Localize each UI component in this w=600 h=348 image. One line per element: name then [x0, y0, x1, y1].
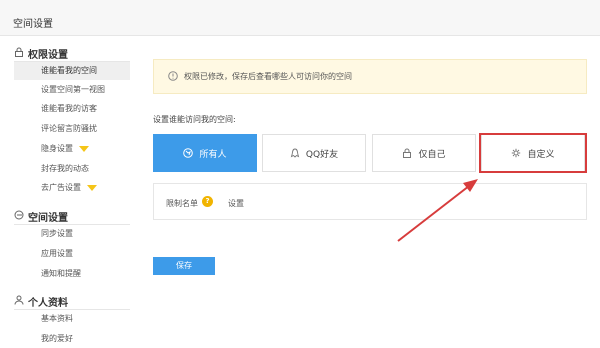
gear-icon	[512, 148, 521, 158]
sidebar-item-who-can-view[interactable]: 谁能看我的空间	[14, 62, 130, 80]
option-qq-friends[interactable]: QQ好友	[262, 134, 366, 172]
notice-text: 权限已修改，保存后查看哪些人可访问你的空间	[184, 72, 352, 81]
vip-diamond-icon	[87, 184, 97, 191]
option-everyone[interactable]: 所有人	[153, 134, 257, 172]
sidebar-section-permission[interactable]: 权限设置	[15, 46, 68, 61]
space-icon	[14, 210, 24, 220]
sidebar-item-visitors[interactable]: 谁能看我的访客	[14, 100, 130, 118]
sidebar-item-archive[interactable]: 封存我的动态	[14, 160, 130, 178]
sidebar-section-title: 空间设置	[28, 213, 68, 224]
page-header: 空间设置	[0, 0, 600, 36]
sidebar-item-first-view[interactable]: 设置空间第一视图	[14, 81, 130, 99]
sidebar-item-anti-harass[interactable]: 评论留言防骚扰	[14, 120, 130, 138]
sidebar: 权限设置 谁能看我的空间 设置空间第一视图 谁能看我的访客 评论留言防骚扰 隐身…	[0, 36, 136, 348]
sidebar-item-apps[interactable]: 应用设置	[14, 245, 130, 263]
globe-icon	[183, 148, 194, 158]
info-icon	[168, 71, 178, 81]
option-custom[interactable]: 自定义	[481, 134, 585, 172]
sidebar-section-profile[interactable]: 个人资料	[14, 294, 68, 309]
sidebar-item-invisible[interactable]: 隐身设置	[14, 140, 130, 158]
lock-icon	[403, 148, 412, 158]
vip-diamond-icon	[79, 145, 89, 152]
sidebar-item-notifications[interactable]: 通知和提醒	[14, 265, 130, 283]
sidebar-section-title: 权限设置	[28, 50, 68, 61]
option-only-me[interactable]: 仅自己	[372, 134, 476, 172]
notice-banner: 权限已修改，保存后查看哪些人可访问你的空间	[153, 59, 587, 94]
sidebar-section-space[interactable]: 空间设置	[14, 209, 68, 224]
option-label: 仅自己	[418, 149, 446, 160]
profile-icon	[14, 295, 24, 305]
sidebar-section-title: 个人资料	[28, 298, 68, 309]
help-icon[interactable]: ?	[202, 196, 213, 207]
sidebar-item-basic-info[interactable]: 基本资料	[14, 310, 130, 328]
qq-penguin-icon	[290, 148, 300, 158]
option-label: QQ好友	[305, 149, 339, 160]
sidebar-item-hobbies[interactable]: 我的爱好	[14, 330, 130, 348]
option-label: 自定义	[527, 149, 555, 160]
save-button[interactable]: 保存	[153, 257, 215, 275]
page-title: 空间设置	[13, 19, 53, 30]
limit-list-settings-link[interactable]: 设置	[228, 198, 244, 209]
limit-list-row: 限制名单 ? 设置	[153, 183, 587, 220]
limit-list-label: 限制名单	[166, 199, 198, 208]
option-label: 所有人	[199, 149, 227, 160]
sidebar-item-remove-ads[interactable]: 去广告设置	[14, 179, 130, 197]
access-label: 设置谁能访问我的空间:	[153, 115, 236, 124]
lock-icon	[15, 47, 23, 57]
sidebar-item-sync[interactable]: 同步设置	[14, 225, 130, 243]
